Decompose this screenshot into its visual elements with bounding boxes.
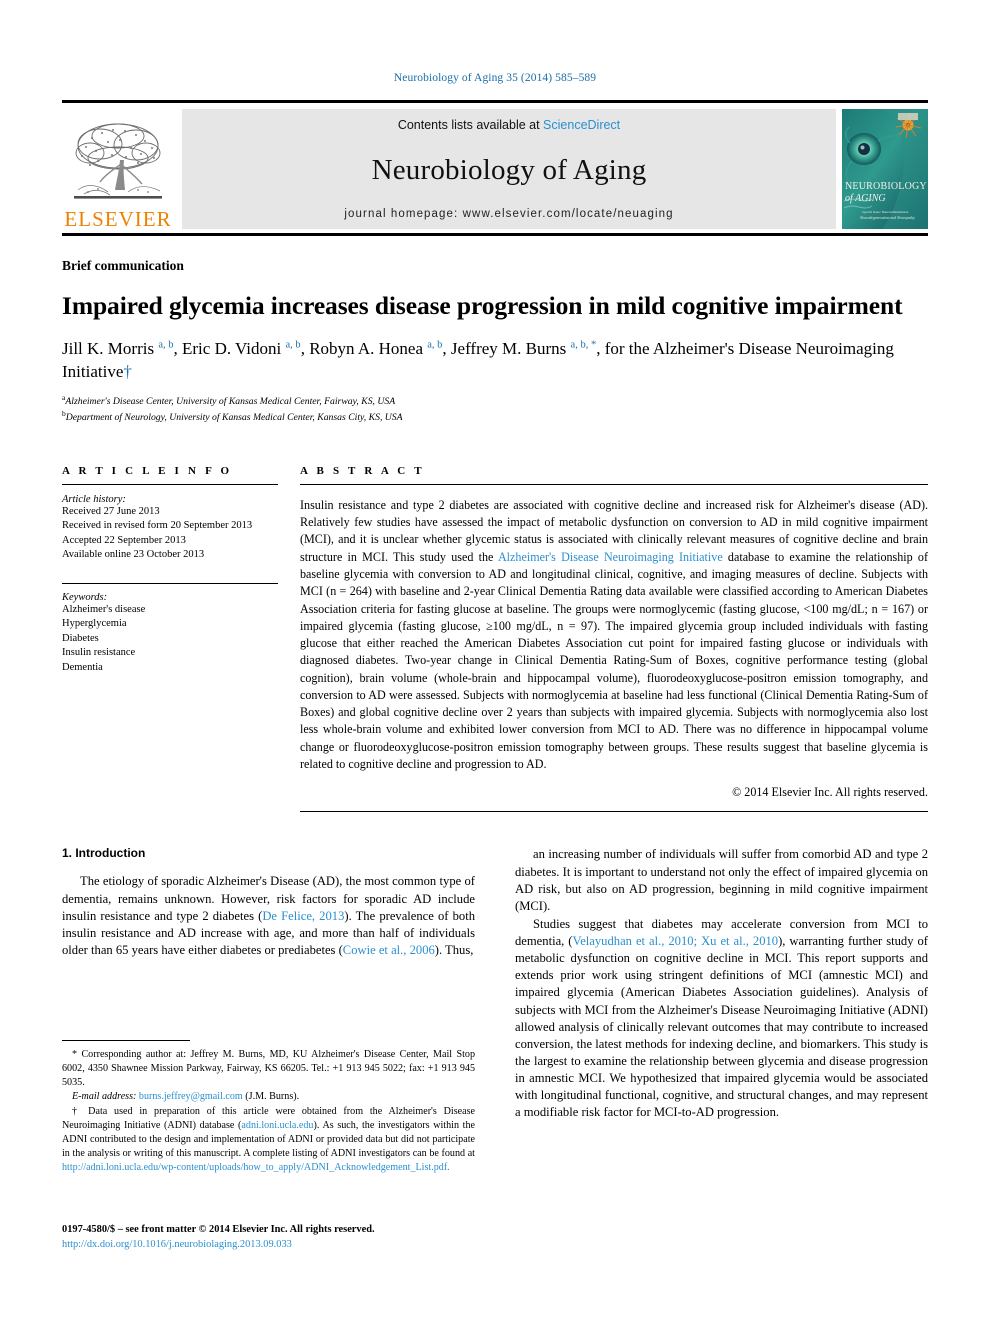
- citation-cowie[interactable]: Cowie et al., 2006: [343, 943, 435, 957]
- affiliation-a: aAlzheimer's Disease Center, University …: [62, 393, 928, 409]
- sciencedirect-link[interactable]: ScienceDirect: [543, 118, 620, 132]
- affiliations: aAlzheimer's Disease Center, University …: [62, 393, 928, 425]
- doi-link[interactable]: http://dx.doi.org/10.1016/j.neurobiolagi…: [62, 1237, 482, 1252]
- introduction-paragraph-2: Studies suggest that diabetes may accele…: [515, 916, 928, 1122]
- contents-prefix-text: Contents lists available at: [397, 118, 544, 132]
- history-item: Accepted 22 September 2013: [62, 534, 186, 546]
- corresponding-marker: *: [72, 1049, 78, 1060]
- adni-acknowledgement-link[interactable]: http://adni.loni.ucla.edu/wp-content/upl…: [62, 1162, 450, 1173]
- body-column-right: an increasing number of individuals will…: [515, 846, 928, 1122]
- elsevier-logo: ELSEVIER: [62, 107, 174, 233]
- email-label: E-mail address:: [72, 1091, 137, 1103]
- svg-text:Neurodegeneration and Neuropat: Neurodegeneration and Neuropathy: [859, 216, 915, 220]
- svg-text:Special Issue: Neuroinflammati: Special Issue: Neuroinflammation: [862, 210, 909, 214]
- article-info-heading: A R T I C L E I N F O: [62, 464, 233, 477]
- keyword-item: Hyperglycemia: [62, 618, 127, 630]
- citation-de-felice[interactable]: De Felice, 2013: [262, 909, 344, 923]
- imprint-block: 0197-4580/$ – see front matter © 2014 El…: [62, 1222, 482, 1252]
- adni-database-link[interactable]: adni.loni.ucla.edu: [241, 1120, 313, 1131]
- svg-text:of AGING: of AGING: [845, 193, 886, 204]
- author-list: Jill K. Morris a, b, Eric D. Vidoni a, b…: [62, 339, 894, 381]
- adni-dagger-footnote: † Data used in preparation of this artic…: [62, 1105, 475, 1174]
- article-info-column: A R T I C L E I N F O Article history: R…: [62, 465, 300, 813]
- masthead-center-panel: Contents lists available at ScienceDirec…: [182, 109, 836, 229]
- abstract-text: Insulin resistance and type 2 diabetes a…: [300, 497, 928, 774]
- elsevier-wordmark: ELSEVIER: [64, 207, 172, 231]
- abstract-bottom-rule: [300, 811, 928, 813]
- footnote-block: * Corresponding author at: Jeffrey M. Bu…: [62, 1040, 475, 1175]
- email-suffix: (J.M. Burns).: [242, 1091, 300, 1103]
- journal-cover-thumbnail: NEUROBIOLOGY of AGING Special Issue: Neu…: [842, 109, 928, 229]
- article-history-label: Article history:: [62, 493, 126, 505]
- history-item: Received 27 June 2013: [62, 505, 160, 517]
- keyword-item: Dementia: [62, 661, 103, 673]
- history-item: Available online 23 October 2013: [62, 549, 205, 561]
- introduction-paragraph-1: The etiology of sporadic Alzheimer's Dis…: [62, 873, 475, 959]
- keyword-item: Alzheimer's disease: [62, 603, 146, 615]
- contents-lists-line: Contents lists available at ScienceDirec…: [398, 118, 620, 132]
- introduction-heading: 1. Introduction: [62, 846, 146, 861]
- abstract-copyright: © 2014 Elsevier Inc. All rights reserved…: [732, 785, 928, 800]
- history-item: Received in revised form 20 September 20…: [62, 520, 253, 532]
- introduction-paragraph-1-cont: an increasing number of individuals will…: [515, 847, 928, 913]
- issn-line: 0197-4580/$ – see front matter © 2014 El…: [62, 1224, 375, 1235]
- dagger-marker: †: [72, 1106, 82, 1118]
- article-page: Neurobiology of Aging 35 (2014) 585–589: [0, 0, 990, 1320]
- intro2-text-2: ), warranting further study of metabolic…: [515, 934, 928, 1120]
- affiliation-a-text: Alzheimer's Disease Center, University o…: [65, 395, 396, 407]
- affiliation-b: bDepartment of Neurology, University of …: [62, 409, 928, 425]
- footnote-rule: [62, 1040, 190, 1041]
- citation-velayudhan-xu[interactable]: Velayudhan et al., 2010; Xu et al., 2010: [573, 934, 779, 948]
- journal-masthead: ELSEVIER Contents lists available at Sci…: [62, 100, 928, 236]
- email-link[interactable]: burns.jeffrey@gmail.com: [139, 1091, 243, 1102]
- keyword-item: Insulin resistance: [62, 647, 136, 659]
- journal-title: Neurobiology of Aging: [371, 153, 647, 186]
- elsevier-tree-icon: [68, 120, 168, 208]
- corresponding-author-footnote: * Corresponding author at: Jeffrey M. Bu…: [62, 1048, 475, 1089]
- abstract-rule: [300, 483, 928, 485]
- abstract-heading: A B S T R A C T: [300, 464, 425, 477]
- keywords-label: Keywords:: [62, 591, 108, 603]
- adni-link[interactable]: Alzheimer's Disease Neuroimaging Initiat…: [498, 550, 723, 564]
- journal-homepage-link[interactable]: journal homepage: www.elsevier.com/locat…: [344, 208, 673, 220]
- keywords-block: Keywords: Alzheimer's disease Hyperglyce…: [62, 582, 278, 675]
- info-abstract-section: A R T I C L E I N F O Article history: R…: [62, 465, 928, 813]
- page-title: Impaired glycemia increases disease prog…: [62, 291, 903, 320]
- abstract-column: A B S T R A C T Insulin resistance and t…: [300, 465, 928, 813]
- email-footnote: E-mail address: burns.jeffrey@gmail.com …: [62, 1090, 475, 1104]
- corresponding-text: Corresponding author at: Jeffrey M. Burn…: [62, 1049, 475, 1088]
- article-type-label: Brief communication: [62, 258, 184, 273]
- article-info-rule: [62, 483, 278, 485]
- keyword-item: Diabetes: [62, 632, 99, 644]
- intro-text-3: ). Thus,: [434, 942, 474, 957]
- affiliation-b-text: Department of Neurology, University of K…: [65, 411, 403, 423]
- abstract-part-2: database to examine the relationship of …: [300, 549, 928, 772]
- running-head: Neurobiology of Aging 35 (2014) 585–589: [393, 72, 597, 84]
- svg-text:NEUROBIOLOGY: NEUROBIOLOGY: [845, 181, 927, 192]
